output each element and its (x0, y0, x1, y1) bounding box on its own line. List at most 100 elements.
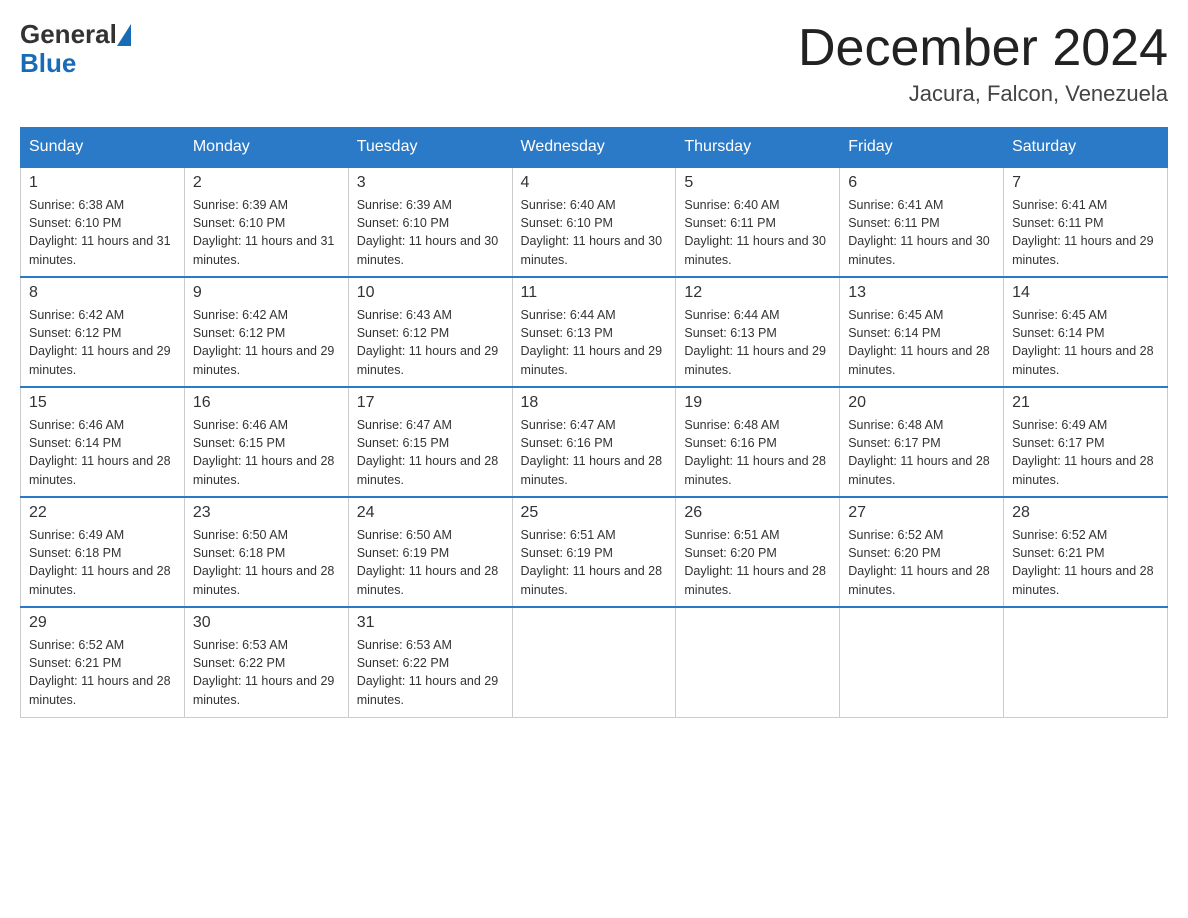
calendar-cell: 18 Sunrise: 6:47 AMSunset: 6:16 PMDaylig… (512, 387, 676, 497)
calendar-cell: 7 Sunrise: 6:41 AMSunset: 6:11 PMDayligh… (1004, 167, 1168, 277)
day-number: 20 (848, 394, 995, 412)
calendar-cell: 29 Sunrise: 6:52 AMSunset: 6:21 PMDaylig… (21, 607, 185, 717)
day-info: Sunrise: 6:43 AMSunset: 6:12 PMDaylight:… (357, 308, 499, 376)
day-number: 23 (193, 504, 340, 522)
day-info: Sunrise: 6:50 AMSunset: 6:19 PMDaylight:… (357, 528, 499, 596)
calendar-cell: 30 Sunrise: 6:53 AMSunset: 6:22 PMDaylig… (184, 607, 348, 717)
day-number: 21 (1012, 394, 1159, 412)
calendar-header-thursday: Thursday (676, 128, 840, 168)
day-info: Sunrise: 6:47 AMSunset: 6:16 PMDaylight:… (521, 418, 663, 486)
calendar-cell: 24 Sunrise: 6:50 AMSunset: 6:19 PMDaylig… (348, 497, 512, 607)
calendar-cell (676, 607, 840, 717)
day-info: Sunrise: 6:52 AMSunset: 6:21 PMDaylight:… (29, 638, 171, 706)
calendar-cell: 31 Sunrise: 6:53 AMSunset: 6:22 PMDaylig… (348, 607, 512, 717)
calendar-cell: 4 Sunrise: 6:40 AMSunset: 6:10 PMDayligh… (512, 167, 676, 277)
day-number: 1 (29, 174, 176, 192)
calendar-cell: 5 Sunrise: 6:40 AMSunset: 6:11 PMDayligh… (676, 167, 840, 277)
day-number: 6 (848, 174, 995, 192)
calendar-cell: 28 Sunrise: 6:52 AMSunset: 6:21 PMDaylig… (1004, 497, 1168, 607)
day-info: Sunrise: 6:48 AMSunset: 6:17 PMDaylight:… (848, 418, 990, 486)
logo-block: General Blue (20, 20, 131, 77)
day-info: Sunrise: 6:48 AMSunset: 6:16 PMDaylight:… (684, 418, 826, 486)
calendar-cell: 19 Sunrise: 6:48 AMSunset: 6:16 PMDaylig… (676, 387, 840, 497)
calendar-week-row: 15 Sunrise: 6:46 AMSunset: 6:14 PMDaylig… (21, 387, 1168, 497)
day-number: 28 (1012, 504, 1159, 522)
logo-triangle-icon (117, 24, 131, 46)
day-info: Sunrise: 6:46 AMSunset: 6:15 PMDaylight:… (193, 418, 335, 486)
calendar-cell: 14 Sunrise: 6:45 AMSunset: 6:14 PMDaylig… (1004, 277, 1168, 387)
day-info: Sunrise: 6:45 AMSunset: 6:14 PMDaylight:… (1012, 308, 1154, 376)
day-info: Sunrise: 6:40 AMSunset: 6:10 PMDaylight:… (521, 198, 663, 266)
calendar-cell: 23 Sunrise: 6:50 AMSunset: 6:18 PMDaylig… (184, 497, 348, 607)
day-number: 5 (684, 174, 831, 192)
calendar-cell: 26 Sunrise: 6:51 AMSunset: 6:20 PMDaylig… (676, 497, 840, 607)
calendar-cell (1004, 607, 1168, 717)
day-info: Sunrise: 6:44 AMSunset: 6:13 PMDaylight:… (521, 308, 663, 376)
day-number: 30 (193, 614, 340, 632)
day-info: Sunrise: 6:50 AMSunset: 6:18 PMDaylight:… (193, 528, 335, 596)
day-info: Sunrise: 6:41 AMSunset: 6:11 PMDaylight:… (1012, 198, 1154, 266)
day-number: 7 (1012, 174, 1159, 192)
day-info: Sunrise: 6:52 AMSunset: 6:21 PMDaylight:… (1012, 528, 1154, 596)
day-number: 2 (193, 174, 340, 192)
calendar-cell: 12 Sunrise: 6:44 AMSunset: 6:13 PMDaylig… (676, 277, 840, 387)
day-number: 19 (684, 394, 831, 412)
calendar-cell: 1 Sunrise: 6:38 AMSunset: 6:10 PMDayligh… (21, 167, 185, 277)
day-number: 8 (29, 284, 176, 302)
title-block: December 2024 Jacura, Falcon, Venezuela (798, 20, 1168, 107)
calendar-cell: 22 Sunrise: 6:49 AMSunset: 6:18 PMDaylig… (21, 497, 185, 607)
calendar-cell: 2 Sunrise: 6:39 AMSunset: 6:10 PMDayligh… (184, 167, 348, 277)
day-number: 26 (684, 504, 831, 522)
calendar-cell: 9 Sunrise: 6:42 AMSunset: 6:12 PMDayligh… (184, 277, 348, 387)
calendar-cell: 13 Sunrise: 6:45 AMSunset: 6:14 PMDaylig… (840, 277, 1004, 387)
day-info: Sunrise: 6:52 AMSunset: 6:20 PMDaylight:… (848, 528, 990, 596)
calendar-header-friday: Friday (840, 128, 1004, 168)
day-number: 3 (357, 174, 504, 192)
day-info: Sunrise: 6:47 AMSunset: 6:15 PMDaylight:… (357, 418, 499, 486)
day-info: Sunrise: 6:40 AMSunset: 6:11 PMDaylight:… (684, 198, 826, 266)
calendar-cell: 11 Sunrise: 6:44 AMSunset: 6:13 PMDaylig… (512, 277, 676, 387)
logo: General Blue (20, 20, 131, 77)
day-info: Sunrise: 6:53 AMSunset: 6:22 PMDaylight:… (193, 638, 335, 706)
logo-blue-text: Blue (20, 48, 76, 78)
day-number: 14 (1012, 284, 1159, 302)
calendar-cell: 17 Sunrise: 6:47 AMSunset: 6:15 PMDaylig… (348, 387, 512, 497)
calendar-week-row: 1 Sunrise: 6:38 AMSunset: 6:10 PMDayligh… (21, 167, 1168, 277)
calendar-cell: 20 Sunrise: 6:48 AMSunset: 6:17 PMDaylig… (840, 387, 1004, 497)
calendar-week-row: 22 Sunrise: 6:49 AMSunset: 6:18 PMDaylig… (21, 497, 1168, 607)
calendar-week-row: 29 Sunrise: 6:52 AMSunset: 6:21 PMDaylig… (21, 607, 1168, 717)
day-number: 15 (29, 394, 176, 412)
day-number: 9 (193, 284, 340, 302)
month-title: December 2024 (798, 20, 1168, 77)
day-number: 10 (357, 284, 504, 302)
calendar-header-monday: Monday (184, 128, 348, 168)
calendar-header-sunday: Sunday (21, 128, 185, 168)
calendar-cell: 10 Sunrise: 6:43 AMSunset: 6:12 PMDaylig… (348, 277, 512, 387)
calendar-table: SundayMondayTuesdayWednesdayThursdayFrid… (20, 127, 1168, 718)
day-info: Sunrise: 6:49 AMSunset: 6:18 PMDaylight:… (29, 528, 171, 596)
calendar-body: 1 Sunrise: 6:38 AMSunset: 6:10 PMDayligh… (21, 167, 1168, 717)
calendar-cell (512, 607, 676, 717)
calendar-cell: 27 Sunrise: 6:52 AMSunset: 6:20 PMDaylig… (840, 497, 1004, 607)
day-info: Sunrise: 6:39 AMSunset: 6:10 PMDaylight:… (357, 198, 499, 266)
day-info: Sunrise: 6:42 AMSunset: 6:12 PMDaylight:… (193, 308, 335, 376)
day-number: 12 (684, 284, 831, 302)
day-info: Sunrise: 6:45 AMSunset: 6:14 PMDaylight:… (848, 308, 990, 376)
location-title: Jacura, Falcon, Venezuela (798, 81, 1168, 107)
day-number: 31 (357, 614, 504, 632)
day-number: 11 (521, 284, 668, 302)
logo-general-text: General (20, 20, 117, 49)
calendar-cell: 21 Sunrise: 6:49 AMSunset: 6:17 PMDaylig… (1004, 387, 1168, 497)
calendar-cell: 25 Sunrise: 6:51 AMSunset: 6:19 PMDaylig… (512, 497, 676, 607)
day-number: 24 (357, 504, 504, 522)
day-number: 27 (848, 504, 995, 522)
day-info: Sunrise: 6:49 AMSunset: 6:17 PMDaylight:… (1012, 418, 1154, 486)
day-number: 29 (29, 614, 176, 632)
day-info: Sunrise: 6:42 AMSunset: 6:12 PMDaylight:… (29, 308, 171, 376)
day-number: 16 (193, 394, 340, 412)
day-info: Sunrise: 6:51 AMSunset: 6:20 PMDaylight:… (684, 528, 826, 596)
day-info: Sunrise: 6:46 AMSunset: 6:14 PMDaylight:… (29, 418, 171, 486)
day-info: Sunrise: 6:53 AMSunset: 6:22 PMDaylight:… (357, 638, 499, 706)
day-info: Sunrise: 6:41 AMSunset: 6:11 PMDaylight:… (848, 198, 990, 266)
calendar-header-row: SundayMondayTuesdayWednesdayThursdayFrid… (21, 128, 1168, 168)
